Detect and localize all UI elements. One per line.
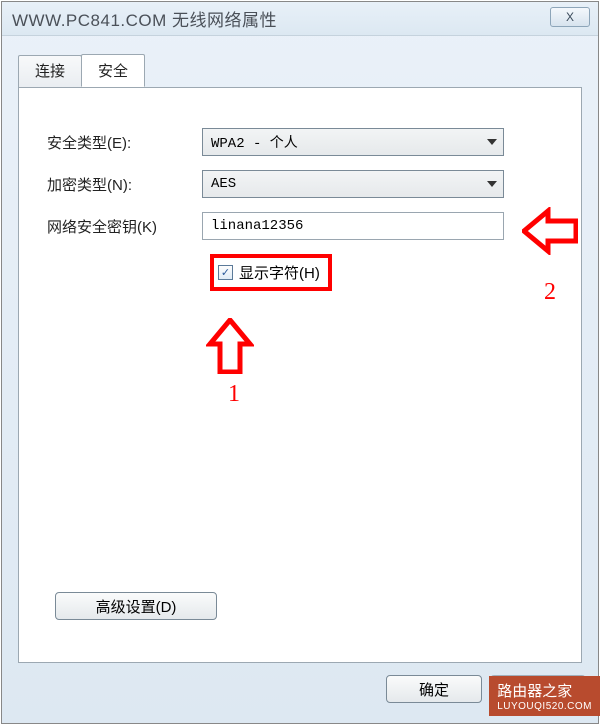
annotation-arrow-1	[206, 318, 254, 377]
label-encryption: 加密类型(N):	[47, 174, 202, 195]
select-security-type[interactable]: WPA2 - 个人	[202, 128, 504, 156]
watermark-line2: LUYOUQI520.COM	[497, 701, 592, 712]
check-icon: ✓	[221, 266, 230, 279]
window-title: WWW.PC841.COM 无线网络属性	[12, 6, 277, 31]
label-show-chars[interactable]: 显示字符(H)	[239, 262, 320, 283]
select-encryption[interactable]: AES	[202, 170, 504, 198]
advanced-settings-button[interactable]: 高级设置(D)	[55, 592, 217, 620]
tab-security[interactable]: 安全	[81, 54, 145, 87]
watermark: 路由器之家 LUYOUQI520.COM	[489, 676, 600, 716]
select-encryption-value: AES	[211, 176, 236, 192]
tab-panel-security: 安全类型(E): WPA2 - 个人 加密类型(N): AES 网络安全密钥(K…	[18, 87, 582, 663]
row-encryption: 加密类型(N): AES	[47, 170, 561, 198]
titlebar[interactable]: WWW.PC841.COM 无线网络属性 X	[2, 2, 598, 36]
annotation-number-2: 2	[544, 279, 556, 306]
tabs-row: 连接 安全	[18, 54, 582, 87]
close-button[interactable]: X	[550, 7, 590, 27]
arrow-up-icon	[206, 318, 254, 374]
ok-button[interactable]: 确定	[386, 675, 482, 703]
watermark-line1: 路由器之家	[497, 683, 572, 700]
row-security-type: 安全类型(E): WPA2 - 个人	[47, 128, 561, 156]
chevron-down-icon	[487, 139, 497, 145]
input-network-key[interactable]	[202, 212, 504, 240]
chevron-down-icon	[487, 181, 497, 187]
annotation-arrow-2	[522, 207, 578, 258]
tab-connect[interactable]: 连接	[18, 55, 82, 88]
row-key: 网络安全密钥(K)	[47, 212, 561, 240]
tabs-container: 连接 安全 安全类型(E): WPA2 - 个人 加密类型(N): AES 网络…	[18, 54, 582, 663]
label-key: 网络安全密钥(K)	[47, 216, 202, 237]
ok-label: 确定	[419, 679, 449, 700]
close-icon: X	[566, 10, 574, 24]
dialog-window: WWW.PC841.COM 无线网络属性 X 连接 安全 安全类型(E): WP…	[1, 1, 599, 724]
select-security-type-value: WPA2 - 个人	[211, 132, 298, 152]
label-security-type: 安全类型(E):	[47, 132, 202, 153]
checkbox-show-chars[interactable]: ✓	[218, 265, 233, 280]
arrow-left-icon	[522, 207, 578, 255]
annotation-number-1: 1	[228, 381, 240, 408]
advanced-settings-label: 高级设置(D)	[96, 596, 177, 617]
row-show-chars: ✓ 显示字符(H)	[210, 254, 332, 291]
